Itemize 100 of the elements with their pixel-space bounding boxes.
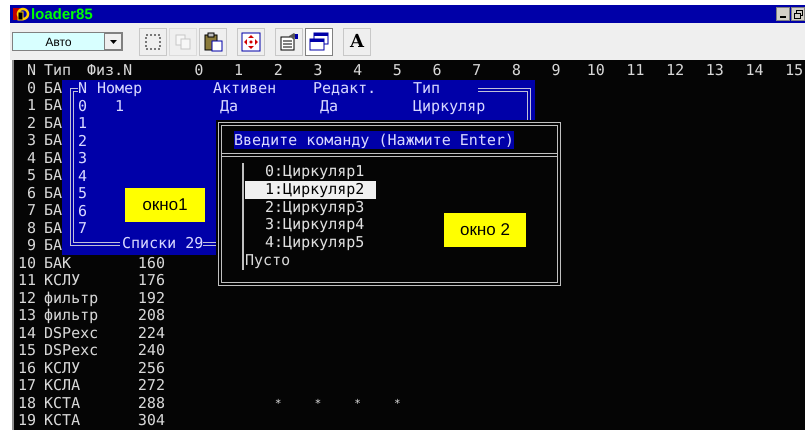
row-number: 13 — [18, 307, 36, 324]
row-number: 9 — [26, 237, 36, 254]
star-mark: * — [274, 396, 282, 412]
list-number: 4 — [78, 168, 88, 185]
phys-number-cell: 176 — [138, 272, 165, 290]
row-number: 15 — [18, 342, 36, 360]
phys-number-cell: 192 — [138, 290, 165, 307]
type-cell: КСТА — [44, 394, 80, 412]
column-header: Тип — [44, 62, 72, 80]
row-number: 14 — [18, 324, 36, 342]
column-header: 8 — [512, 62, 521, 80]
type-cell: БАК — [44, 254, 72, 272]
window-icon — [309, 32, 329, 52]
column-header: 11 — [626, 62, 644, 80]
number-cell-text: 1 — [114, 98, 126, 115]
column-header: 4 — [353, 62, 362, 80]
active-cell-text: Да — [219, 98, 240, 115]
row-number: 4 — [26, 150, 36, 167]
properties-icon — [279, 32, 299, 52]
column-header: 5 — [392, 62, 402, 80]
type-cell: БА — [44, 150, 62, 167]
type-cell: КСЛУ — [44, 360, 80, 377]
command-item[interactable]: 0:Циркуляр1 — [245, 163, 376, 181]
star-mark: * — [354, 396, 361, 412]
column-header: N — [26, 62, 36, 80]
phys-number-cell: 256 — [138, 360, 165, 377]
type-cell: фильтр — [44, 290, 98, 307]
column-header: N — [78, 80, 88, 98]
column-header: Активен — [213, 80, 278, 98]
row-number: 11 — [18, 272, 36, 290]
type-cell-text: Циркуляр — [413, 98, 486, 115]
type-cell: DSPexc — [44, 324, 98, 342]
phys-number-cell: 224 — [138, 324, 165, 342]
four-arrows-icon — [241, 32, 261, 52]
row-number: 3 — [26, 132, 36, 150]
toolbar-button[interactable] — [139, 28, 167, 56]
column-header: 12 — [666, 62, 684, 80]
window-title: loader85 — [31, 6, 93, 22]
row-number: 2 — [26, 114, 36, 132]
type-cell: БА — [44, 202, 62, 220]
row-number: 0 — [26, 80, 36, 97]
row-number: 7 — [26, 202, 36, 220]
list-number: 6 — [78, 202, 88, 220]
restore-button[interactable] — [791, 7, 805, 21]
type-cell: БА — [44, 80, 62, 97]
app-logo-icon — [12, 6, 30, 22]
type-cell: БА — [44, 167, 62, 184]
list-number: 5 — [78, 185, 88, 202]
minimize-icon — [780, 16, 786, 18]
column-header: Тип — [413, 80, 442, 98]
type-cell: БА — [44, 237, 62, 254]
dropdown-button[interactable] — [104, 33, 122, 50]
mode-value: Авто — [44, 34, 73, 50]
list-number: 7 — [78, 220, 88, 238]
command-prompt: Введите команду (Нажмите Enter) — [234, 130, 514, 148]
star-mark: * — [314, 396, 322, 412]
command-item[interactable]: 3:Циркуляр4 — [245, 216, 376, 234]
toolbar-button[interactable] — [237, 28, 265, 56]
toolbar-button[interactable] — [305, 28, 333, 56]
type-cell: БА — [44, 132, 62, 150]
caret-icon — [110, 40, 116, 44]
list-number: 3 — [78, 150, 88, 168]
row-number: 17 — [18, 377, 36, 394]
row-number: 8 — [26, 220, 36, 237]
phys-number-cell: 208 — [138, 307, 165, 324]
type-cell: БА — [44, 184, 62, 202]
mode-select[interactable]: Авто — [12, 32, 123, 51]
column-header: Редакт. — [313, 80, 378, 98]
toolbar-button[interactable] — [199, 28, 227, 56]
phys-number-cell: 272 — [138, 377, 165, 394]
row-number: 12 — [18, 290, 36, 307]
toolbar-button[interactable] — [275, 28, 303, 56]
list-number: 2 — [78, 132, 88, 150]
list-number: 0 — [78, 98, 88, 115]
column-header: Физ.N — [87, 62, 132, 80]
column-header: 10 — [586, 62, 605, 80]
list-number: 1 — [78, 115, 88, 132]
type-cell: фильтр — [44, 307, 98, 324]
row-number: 16 — [18, 360, 36, 377]
command-item[interactable]: 4:Циркуляр5 — [245, 234, 376, 252]
editable-cell-text: Да — [319, 98, 340, 115]
empty-item[interactable]: Пусто — [244, 252, 382, 270]
phys-number-cell: 240 — [138, 342, 165, 360]
command-item[interactable]: 1:Циркуляр2 — [245, 180, 376, 199]
column-header: 14 — [745, 62, 764, 80]
selection-icon — [144, 32, 162, 50]
column-header: 3 — [313, 62, 322, 80]
column-header: Номер — [97, 80, 144, 98]
row-number: 6 — [26, 184, 36, 202]
phys-number-cell: 304 — [138, 412, 165, 430]
row-number: 1 — [26, 97, 36, 114]
command-item[interactable]: 2:Циркуляр3 — [245, 198, 376, 216]
minimize-button[interactable] — [776, 7, 790, 21]
restore-icon — [794, 10, 802, 18]
column-header: 13 — [706, 62, 724, 80]
row-number: 19 — [18, 412, 36, 430]
phys-number-cell: 288 — [138, 394, 165, 412]
font-button[interactable]: A — [343, 28, 371, 56]
column-header: 7 — [472, 62, 482, 80]
type-cell: КСТА — [44, 412, 80, 430]
